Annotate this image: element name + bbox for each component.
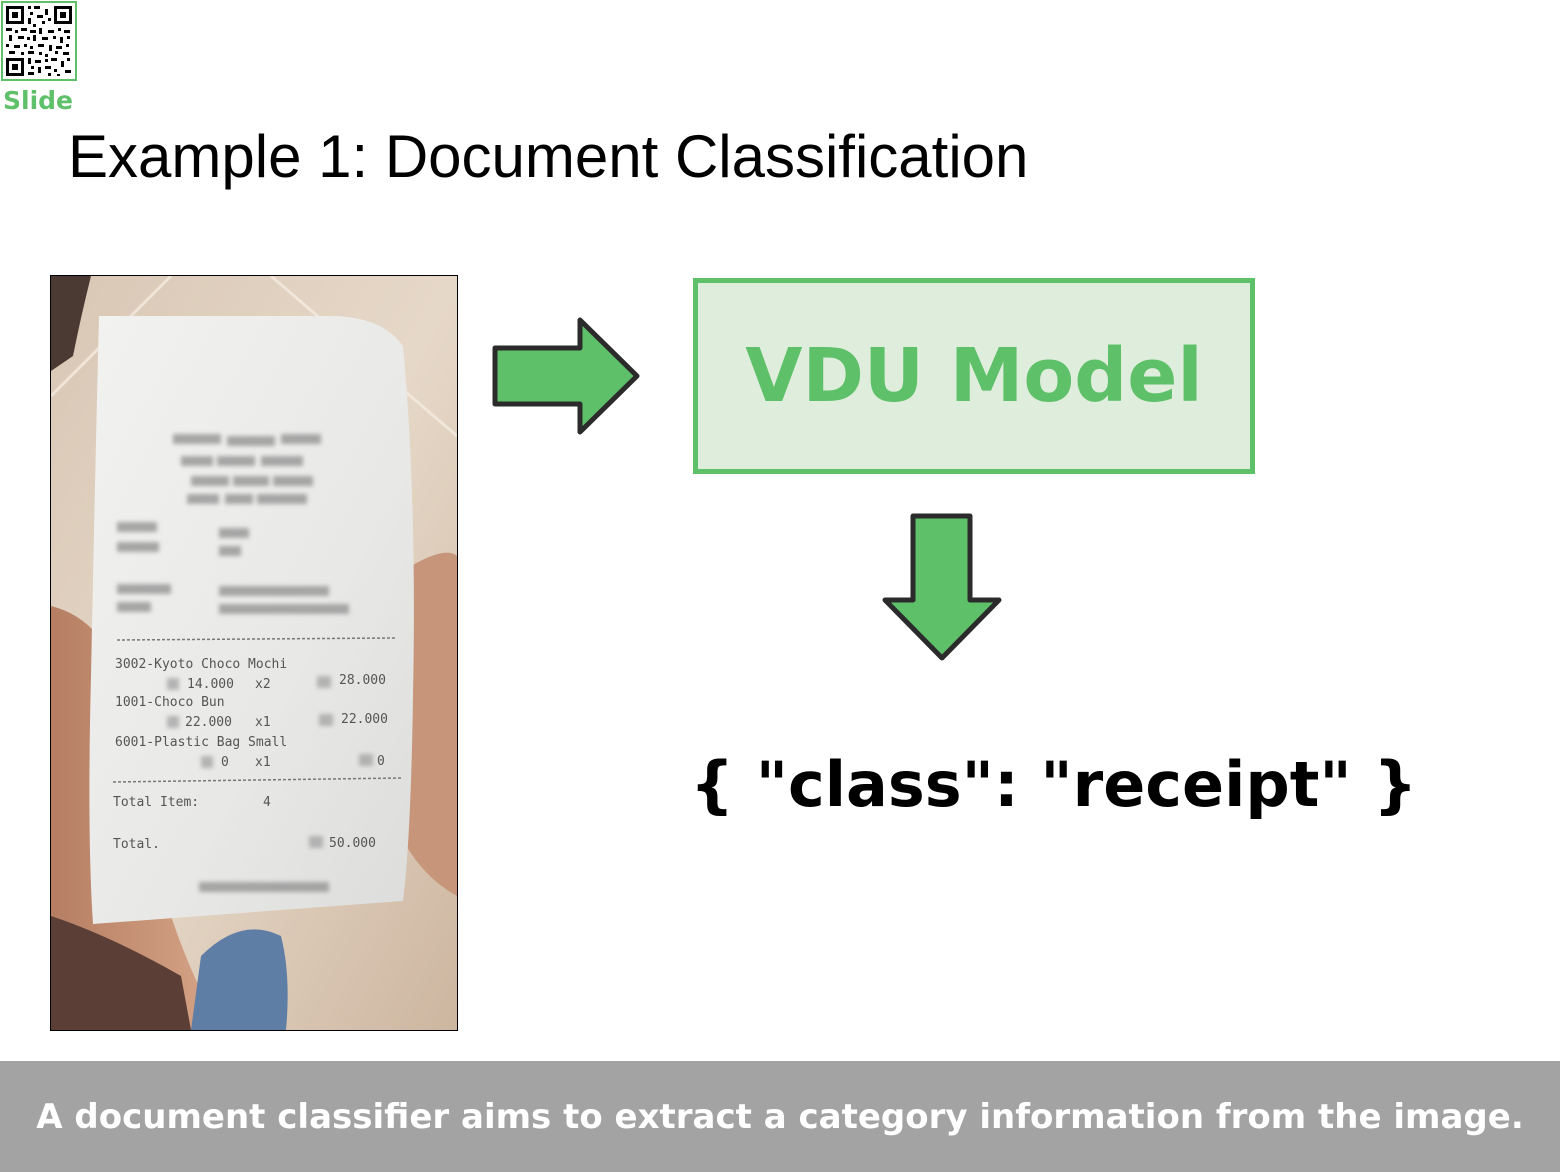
receipt-line-1-price: 14.000 [187, 677, 234, 692]
receipt-line-1-item: 3002-Kyoto Choco Mochi [115, 657, 287, 672]
receipt-line-1-total: 28.000 [339, 673, 386, 688]
arrow-down-icon [880, 512, 1004, 668]
receipt-line-3-price: 0 [221, 755, 229, 770]
receipt-total-items-label: Total Item: [113, 795, 199, 810]
caption-bar: A document classifier aims to extract a … [0, 1061, 1560, 1172]
slide-link-label[interactable]: Slide [3, 88, 73, 113]
receipt-line-2-total: 22.000 [341, 712, 388, 727]
receipt-total-label: Total. [113, 837, 160, 852]
caption-text: A document classifier aims to extract a … [36, 1096, 1524, 1137]
vdu-model-label: VDU Model [745, 333, 1203, 419]
receipt-line-3-qty: x1 [255, 755, 271, 770]
receipt-line-2-item: 1001-Choco Bun [115, 695, 225, 710]
arrow-right-icon [492, 316, 642, 442]
receipt-line-3-item: 6001-Plastic Bag Small [115, 735, 287, 750]
receipt-total-value: 50.000 [329, 836, 376, 851]
receipt-total-items-value: 4 [263, 795, 271, 810]
receipt-line-2-qty: x1 [255, 715, 271, 730]
receipt-line-1-qty: x2 [255, 677, 271, 692]
receipt-line-3-total: 0 [377, 754, 385, 769]
slide-title: Example 1: Document Classification [68, 123, 1029, 190]
classification-output: { "class": "receipt" } [690, 748, 1418, 821]
qr-code-icon[interactable] [1, 1, 77, 81]
receipt-photo: 3002-Kyoto Choco Mochi 14.000 x2 28.000 … [50, 275, 458, 1031]
receipt-line-2-price: 22.000 [185, 715, 232, 730]
vdu-model-box: VDU Model [693, 278, 1255, 474]
